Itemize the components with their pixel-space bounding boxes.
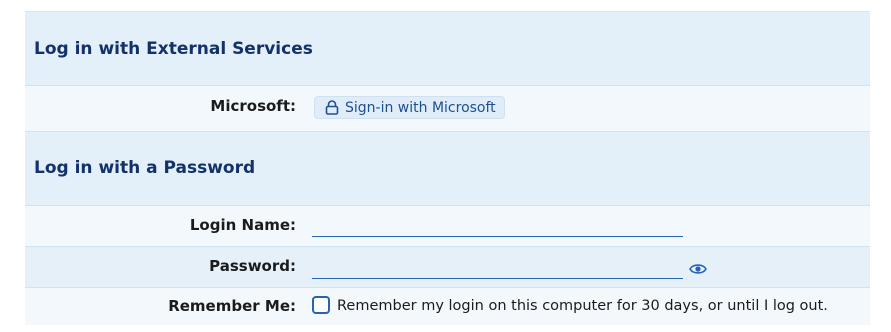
login-name-label: Login Name: — [189, 216, 296, 234]
external-services-title: Log in with External Services — [34, 39, 313, 59]
lock-icon — [325, 100, 339, 115]
eye-icon[interactable] — [689, 260, 707, 279]
remember-me-checkbox[interactable] — [312, 296, 330, 314]
login-name-input[interactable] — [312, 213, 683, 237]
microsoft-label: Microsoft: — [210, 97, 296, 115]
login-panel: Log in with External Services Microsoft:… — [25, 11, 870, 325]
external-services-header: Log in with External Services — [25, 12, 870, 86]
password-label: Password: — [209, 257, 296, 275]
password-section-title: Log in with a Password — [34, 158, 256, 178]
microsoft-row: Microsoft: Sign-in with Microsoft — [25, 86, 870, 132]
password-row: Password: — [25, 247, 870, 288]
remember-me-text: Remember my login on this computer for 3… — [337, 298, 828, 314]
password-section-header: Log in with a Password — [25, 132, 870, 206]
login-name-row: Login Name: — [25, 206, 870, 247]
sign-in-microsoft-label: Sign-in with Microsoft — [345, 99, 496, 116]
sign-in-microsoft-button[interactable]: Sign-in with Microsoft — [314, 96, 505, 119]
remember-me-label: Remember Me: — [168, 297, 296, 315]
remember-me-row: Remember Me: Remember my login on this c… — [25, 288, 870, 325]
password-input[interactable] — [312, 255, 683, 279]
